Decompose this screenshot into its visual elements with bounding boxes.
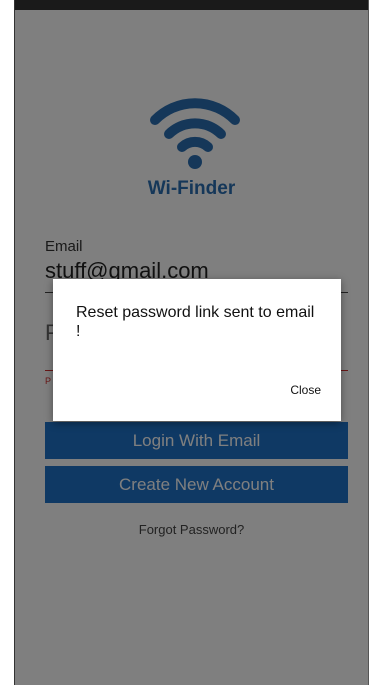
reset-password-dialog: Reset password link sent to email ! Clos… bbox=[53, 279, 341, 421]
close-button[interactable]: Close bbox=[290, 383, 321, 397]
dialog-message: Reset password link sent to email ! bbox=[76, 304, 315, 340]
device-frame: Wi-Finder Email stuff@gmail.com P P Logi… bbox=[14, 0, 369, 685]
